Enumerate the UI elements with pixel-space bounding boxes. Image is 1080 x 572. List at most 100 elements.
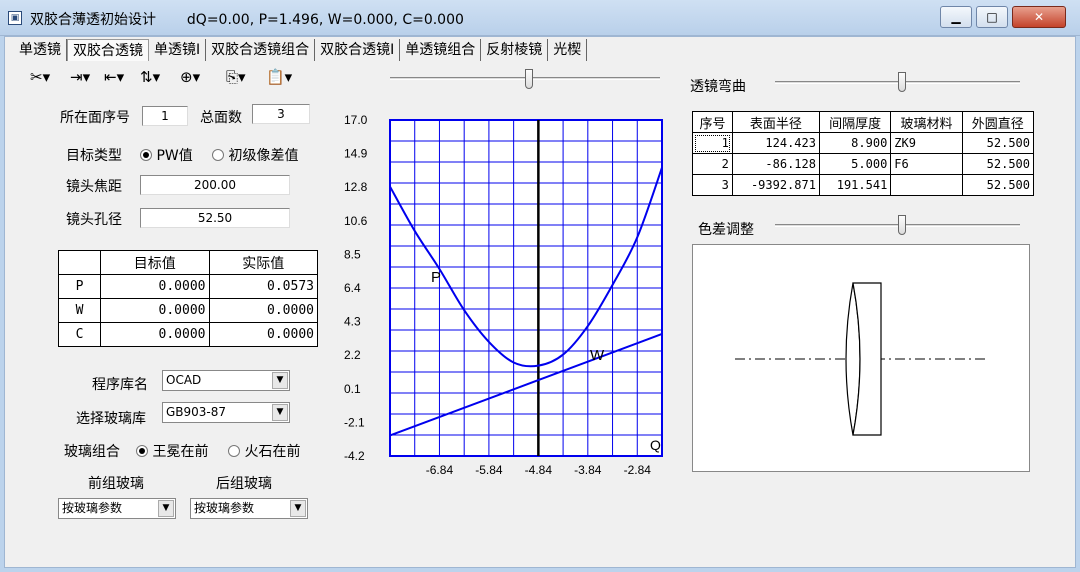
cell-thickness[interactable]: 191.541: [818, 174, 892, 196]
cell-glass[interactable]: ZK9: [890, 132, 963, 154]
tab-doublet[interactable]: 双胶合透镜: [67, 39, 149, 61]
aperture-field[interactable]: 52.50: [140, 208, 290, 228]
toolbar-slider-thumb[interactable]: [525, 69, 533, 89]
tab-prism[interactable]: 反射棱镜: [481, 39, 549, 61]
row-label: W: [58, 298, 101, 323]
target-cell[interactable]: 0.0000: [100, 274, 210, 299]
curve-label-q: Q: [650, 437, 661, 453]
cell-glass[interactable]: [890, 174, 963, 196]
flint-radio-dot[interactable]: [228, 445, 240, 457]
actual-cell: 0.0000: [208, 298, 318, 323]
table-row: 3 -9392.871 191.541 52.500: [692, 174, 1035, 196]
tab-doublet-i[interactable]: 双胶合透镜Ⅰ: [315, 39, 401, 61]
back-glass-value: 按玻璃参数: [194, 501, 255, 515]
indent-icon[interactable]: ⇥▾: [70, 67, 90, 87]
cell-radius[interactable]: 124.423: [731, 132, 820, 154]
cell-radius[interactable]: -86.128: [731, 153, 820, 175]
front-glass-select[interactable]: 按玻璃参数 ▼: [58, 498, 176, 519]
curve-label-w: W: [590, 347, 605, 364]
sort-icon[interactable]: ⇅▾: [140, 67, 160, 87]
cell-thickness[interactable]: 5.000: [818, 153, 892, 175]
actual-cell: 0.0000: [208, 322, 318, 347]
tab-single-lens-i[interactable]: 单透镜Ⅰ: [149, 39, 207, 61]
table-row: W 0.0000 0.0000: [58, 298, 318, 323]
y-tick-label: 8.5: [344, 247, 361, 261]
table-row: 1 124.423 8.900 ZK9 52.500: [692, 132, 1035, 154]
chevron-down-icon[interactable]: ▼: [290, 500, 306, 517]
app-icon: ▣: [8, 11, 22, 25]
y-tick-label: 17.0: [344, 113, 368, 127]
window-title-text: 双胶合薄透初始设计: [30, 12, 156, 28]
focal-field[interactable]: 200.00: [140, 175, 290, 195]
cut-icon[interactable]: ✂▾: [30, 67, 50, 87]
y-tick-label: 2.2: [344, 348, 361, 362]
cell-index[interactable]: 2: [692, 153, 733, 175]
y-tick-label: 6.4: [344, 281, 361, 295]
status-text: dQ=0.00, P=1.496, W=0.000, C=0.000: [186, 12, 464, 28]
library-select[interactable]: OCAD ▼: [162, 370, 290, 391]
chroma-slider-thumb[interactable]: [898, 215, 906, 235]
close-button[interactable]: ✕: [1012, 6, 1066, 28]
front-glass-value: 按玻璃参数: [62, 501, 123, 515]
glass-combo-label: 玻璃组合: [64, 444, 120, 460]
crown-radio[interactable]: 王冕在前: [136, 441, 208, 461]
paste-icon[interactable]: 📋▾: [266, 67, 292, 87]
copy-icon[interactable]: ⎘▾: [226, 67, 246, 87]
aberr-radio[interactable]: 初级像差值: [212, 145, 298, 165]
bend-slider-thumb[interactable]: [898, 72, 906, 92]
col-radius: 表面半径: [731, 111, 820, 133]
cell-diameter[interactable]: 52.500: [961, 132, 1035, 154]
table-row: C 0.0000 0.0000: [58, 322, 318, 347]
cell-thickness[interactable]: 8.900: [818, 132, 892, 154]
pw-chart: 17.0 14.9 12.8 10.6 8.5 6.4 4.3 2.2 0.1 -2.1 -4.2 -…: [344, 113, 663, 477]
surface-no-label: 所在面序号: [60, 110, 130, 126]
table-row: P 0.0000 0.0573: [58, 274, 318, 299]
cell-radius[interactable]: -9392.871: [731, 174, 820, 196]
window-title: 双胶合薄透初始设计 dQ=0.00, P=1.496, W=0.000, C=0…: [30, 9, 464, 29]
cell-diameter[interactable]: 52.500: [961, 174, 1035, 196]
library-value: OCAD: [166, 373, 202, 387]
total-field[interactable]: 3: [252, 104, 310, 124]
minimize-button[interactable]: ▁: [940, 6, 972, 28]
chevron-down-icon[interactable]: ▼: [158, 500, 174, 517]
cell-index[interactable]: 3: [692, 174, 733, 196]
y-tick-label: 14.9: [344, 147, 368, 161]
cell-glass[interactable]: F6: [890, 153, 963, 175]
glasslib-value: GB903-87: [166, 405, 227, 419]
maximize-button[interactable]: □: [976, 6, 1008, 28]
surface-no-field[interactable]: 1: [142, 106, 188, 126]
x-tick-label: -6.84: [426, 463, 454, 477]
pw-radio-label: PW值: [156, 148, 193, 164]
lens-preview: [692, 244, 1030, 472]
tab-single-lens[interactable]: 单透镜: [14, 39, 67, 61]
tab-single-group[interactable]: 单透镜组合: [400, 39, 482, 61]
tab-doublet-group[interactable]: 双胶合透镜组合: [206, 39, 316, 61]
tab-strip: 单透镜 双胶合透镜 单透镜Ⅰ 双胶合透镜组合 双胶合透镜Ⅰ 单透镜组合 反射棱镜…: [14, 38, 588, 62]
pw-radio-dot[interactable]: [140, 149, 152, 161]
cell-diameter[interactable]: 52.500: [961, 153, 1035, 175]
back-glass-select[interactable]: 按玻璃参数 ▼: [190, 498, 308, 519]
x-tick-label: -4.84: [525, 463, 553, 477]
y-tick-label: 12.8: [344, 180, 368, 194]
glasslib-select[interactable]: GB903-87 ▼: [162, 402, 290, 423]
pw-radio[interactable]: PW值: [140, 145, 193, 165]
total-label: 总面数: [200, 110, 242, 126]
x-tick-label: -5.84: [475, 463, 503, 477]
y-tick-label: 4.3: [344, 315, 361, 329]
lens-data-table: 序号 表面半径 间隔厚度 玻璃材料 外圆直径 1 124.423 8.900 Z…: [692, 111, 1035, 196]
back-glass-label: 后组玻璃: [216, 476, 272, 492]
cell-index[interactable]: 1: [692, 132, 733, 154]
aberr-radio-dot[interactable]: [212, 149, 224, 161]
chevron-down-icon[interactable]: ▼: [272, 404, 288, 421]
chevron-down-icon[interactable]: ▼: [272, 372, 288, 389]
outdent-icon[interactable]: ⇤▾: [104, 67, 124, 87]
flint-radio[interactable]: 火石在前: [228, 441, 300, 461]
x-tick-label: -3.84: [574, 463, 602, 477]
target-cell[interactable]: 0.0000: [100, 298, 210, 323]
zoom-icon[interactable]: ⊕▾: [180, 67, 200, 87]
tab-wedge[interactable]: 光楔: [548, 39, 588, 61]
bend-label: 透镜弯曲: [690, 79, 746, 95]
y-tick-label: -4.2: [344, 449, 365, 463]
target-cell[interactable]: 0.0000: [100, 322, 210, 347]
crown-radio-dot[interactable]: [136, 445, 148, 457]
